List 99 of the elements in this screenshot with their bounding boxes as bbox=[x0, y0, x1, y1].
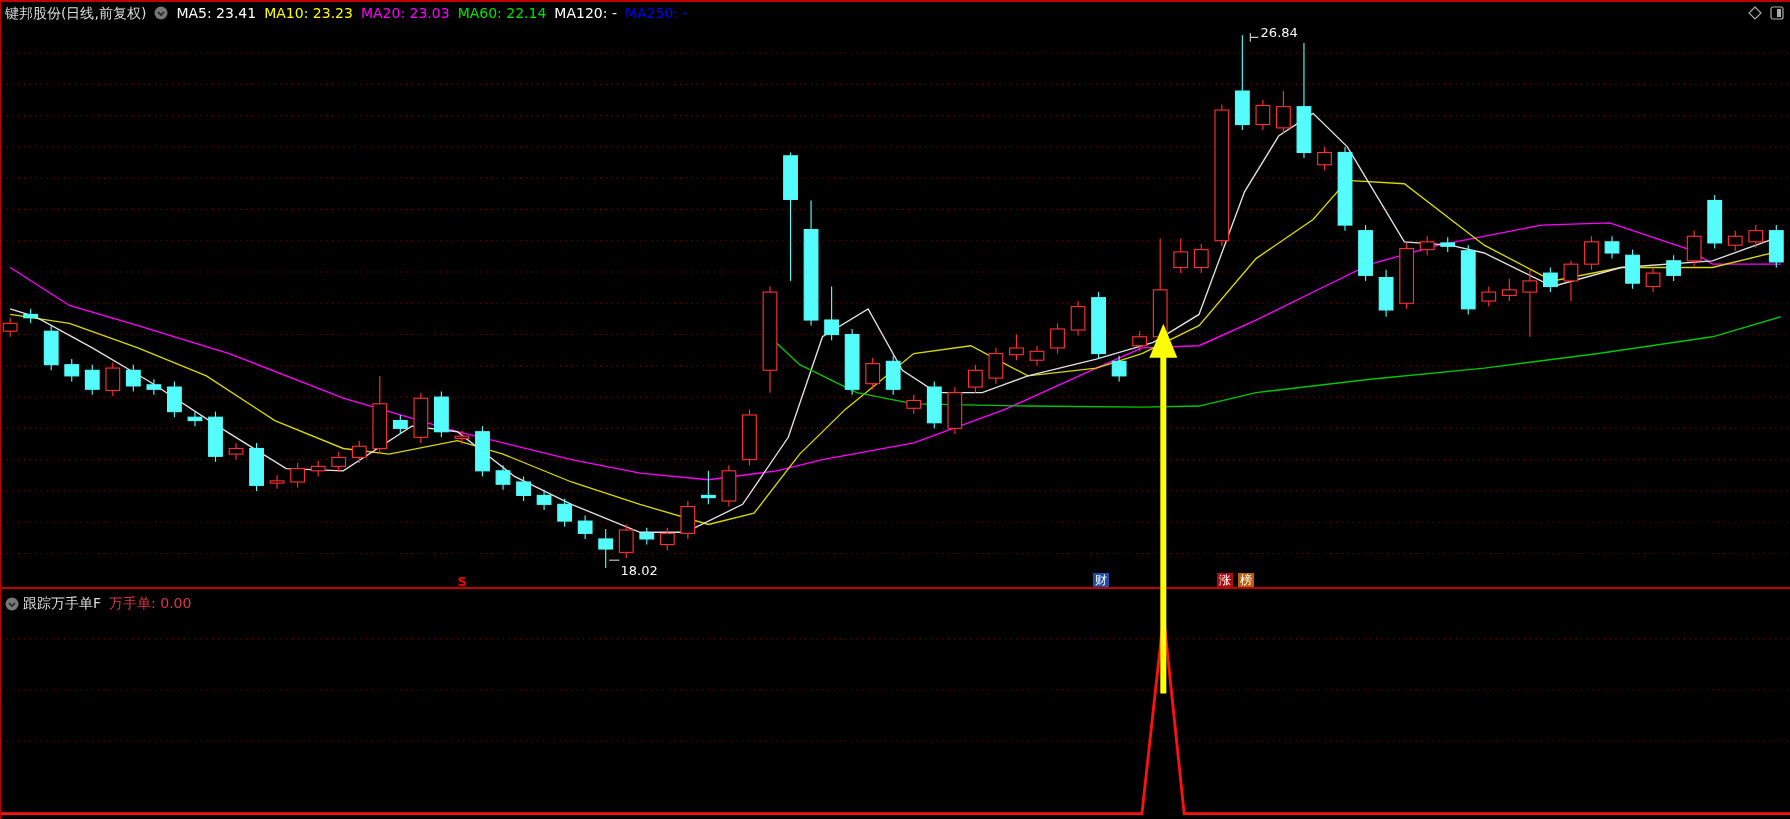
candlestick bbox=[967, 364, 983, 394]
candlestick bbox=[1543, 266, 1558, 293]
candlestick bbox=[187, 411, 203, 427]
panel-toggle-icon[interactable] bbox=[1770, 6, 1784, 20]
candlestick bbox=[1748, 224, 1764, 248]
candlestick bbox=[700, 470, 716, 505]
candlestick bbox=[516, 475, 531, 502]
candlestick bbox=[536, 489, 552, 511]
candlestick bbox=[1091, 291, 1106, 360]
moving-average-value: MA10: 23.23 bbox=[264, 3, 353, 23]
event-marker: S bbox=[457, 575, 467, 588]
candlestick bbox=[1604, 235, 1620, 260]
candlestick bbox=[1111, 355, 1127, 383]
candlestick bbox=[742, 408, 757, 466]
candlestick bbox=[557, 498, 573, 528]
dropdown-icon[interactable] bbox=[154, 6, 169, 20]
moving-average-value: MA5: 23.41 bbox=[176, 3, 257, 23]
candlestick bbox=[43, 325, 59, 371]
candlestick bbox=[1460, 244, 1476, 315]
candlestick bbox=[947, 386, 963, 435]
candlestick bbox=[865, 357, 881, 390]
candlestick bbox=[1378, 269, 1394, 318]
candlestick bbox=[167, 380, 182, 418]
candlestick bbox=[1358, 224, 1373, 282]
candlestick bbox=[392, 414, 408, 435]
event-tag: 涨 bbox=[1217, 573, 1234, 587]
candlestick bbox=[1727, 230, 1743, 252]
candlestick bbox=[1563, 260, 1579, 302]
candlestick bbox=[310, 460, 326, 477]
candlestick bbox=[23, 308, 39, 324]
candlestick bbox=[1070, 300, 1086, 337]
candlestick bbox=[1029, 345, 1045, 367]
candlestick bbox=[475, 425, 490, 477]
candlestick bbox=[988, 347, 1004, 385]
candlestick bbox=[1276, 90, 1291, 135]
moving-average-value: MA120: - bbox=[554, 3, 617, 23]
candlestick bbox=[1255, 99, 1271, 131]
candlestick bbox=[146, 378, 162, 396]
candlestick bbox=[1625, 249, 1640, 290]
candlestick bbox=[2, 317, 18, 338]
candlestick bbox=[659, 527, 675, 551]
dropdown-icon[interactable] bbox=[5, 596, 19, 611]
candlestick bbox=[331, 451, 347, 473]
candlestick bbox=[454, 430, 470, 445]
candlestick bbox=[680, 500, 696, 540]
candlestick bbox=[1666, 254, 1682, 282]
candlestick bbox=[1768, 224, 1784, 269]
candlestick bbox=[639, 527, 655, 546]
candlestick bbox=[844, 328, 860, 396]
candlestick bbox=[64, 358, 80, 383]
candlestick bbox=[577, 514, 593, 540]
candlestick bbox=[1522, 269, 1538, 338]
candlestick bbox=[249, 442, 264, 492]
candlestick bbox=[1193, 243, 1209, 274]
candlestick bbox=[1399, 242, 1415, 310]
candlestick bbox=[105, 361, 121, 397]
candlestick bbox=[906, 394, 922, 415]
candlestick bbox=[413, 392, 429, 444]
moving-average-value: MA20: 23.03 bbox=[360, 3, 450, 23]
candlestick bbox=[1317, 146, 1332, 171]
candlestick bbox=[1645, 266, 1661, 293]
candlestick bbox=[1686, 230, 1702, 267]
candlestick bbox=[1173, 237, 1189, 274]
candlestick bbox=[434, 390, 449, 438]
candlestick bbox=[1707, 194, 1723, 250]
candlestick bbox=[1501, 278, 1517, 302]
indicator-name: 跟踪万手单F bbox=[23, 594, 102, 613]
diamond-icon[interactable] bbox=[1748, 6, 1762, 20]
candlestick bbox=[269, 474, 285, 490]
candlestick bbox=[721, 464, 737, 508]
candlestick bbox=[618, 523, 634, 559]
candlestick bbox=[1132, 330, 1148, 352]
candlestick bbox=[926, 380, 942, 429]
candlestick bbox=[1419, 235, 1435, 256]
candlestick bbox=[885, 355, 901, 396]
price-label: 18.02 bbox=[620, 564, 658, 577]
candlestick bbox=[1009, 333, 1024, 361]
indicator-value: 万手单: 0.00 bbox=[109, 594, 192, 613]
candlestick bbox=[125, 364, 141, 393]
candlestick bbox=[495, 464, 511, 491]
candlestick bbox=[1050, 322, 1065, 355]
candlestick bbox=[351, 440, 367, 464]
leader-line bbox=[1249, 32, 1259, 43]
candlestick bbox=[84, 364, 100, 396]
leader-line bbox=[608, 559, 620, 561]
candlestick bbox=[1584, 235, 1599, 271]
price-label: 26.84 bbox=[1260, 26, 1298, 39]
candlestick bbox=[1440, 236, 1456, 253]
candlestick bbox=[290, 462, 306, 489]
chart-title: 键邦股份(日线,前复权) bbox=[5, 3, 147, 23]
candlestick bbox=[824, 285, 839, 341]
candlestick bbox=[1481, 285, 1497, 308]
event-tag: 榜 bbox=[1237, 573, 1254, 587]
moving-average-value: MA60: 22.14 bbox=[457, 3, 547, 23]
event-tag: 财 bbox=[1092, 573, 1109, 587]
moving-average-value: MA250: - bbox=[624, 3, 688, 23]
candlestick bbox=[598, 528, 614, 569]
candlestick bbox=[208, 411, 223, 463]
candlestick bbox=[228, 442, 244, 461]
